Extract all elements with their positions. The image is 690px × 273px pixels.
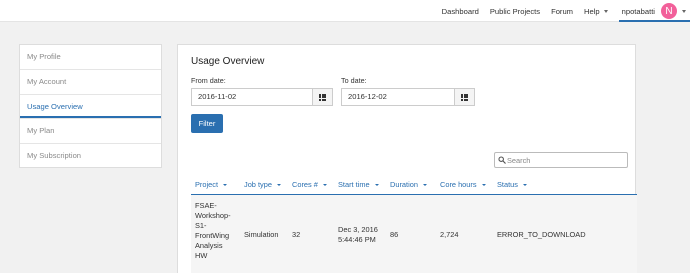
username: npotabatti [621,6,655,16]
column-header-job-type[interactable]: Job type [244,180,281,189]
nav-public-projects[interactable]: Public Projects [490,7,540,16]
cell-duration: 86 [390,230,399,239]
sort-caret-icon [522,183,527,186]
project-line: S1- [195,221,207,230]
cell-start-time: Dec 3, 2016 5:44:46 PM [338,225,378,245]
column-header-duration[interactable]: Duration [390,180,427,189]
sort-caret-icon [276,183,281,186]
table-row[interactable]: FSAE- Workshop- S1- FrontWing Analysis H… [191,195,637,273]
sort-caret-icon [223,183,228,186]
nav-menu: Dashboard Public Projects Forum Help npo… [442,0,690,22]
cell-project: FSAE- Workshop- S1- FrontWing Analysis H… [195,201,231,261]
column-header-status[interactable]: Status [497,180,527,189]
search-icon [498,156,506,164]
column-label: Cores # [292,180,318,189]
column-header-core-hours[interactable]: Core hours [440,180,486,189]
project-line: Analysis [195,241,223,250]
sidebar-item-my-subscription[interactable]: My Subscription [20,142,161,167]
column-header-cores[interactable]: Cores # [292,180,327,189]
sidebar-item-my-plan[interactable]: My Plan [20,118,161,142]
column-label: Core hours [440,180,477,189]
calendar-grid-icon [461,93,468,101]
cell-status: ERROR_TO_DOWNLOAD [497,230,586,239]
calendar-button[interactable] [454,89,474,105]
column-label: Project [195,180,219,189]
sidebar-item-my-account[interactable]: My Account [20,69,161,93]
sort-caret-icon [374,183,379,186]
chevron-down-icon [682,9,686,13]
column-header-project[interactable]: Project [195,180,228,189]
sidebar-item-my-profile[interactable]: My Profile [20,45,161,69]
column-label: Start time [338,180,370,189]
active-indicator [618,20,690,22]
from-date-input[interactable]: 2016-11-02 [192,89,312,105]
project-line: FSAE- [195,201,217,210]
sort-caret-icon [422,183,427,186]
nav-help-label: Help [584,6,600,16]
calendar-button[interactable] [312,89,332,105]
nav-forum[interactable]: Forum [551,7,573,16]
column-label: Duration [390,180,418,189]
column-header-start-time[interactable]: Start time [338,180,379,189]
to-date-label: To date: [341,76,367,85]
sort-caret-icon [322,183,327,186]
start-clock: 5:44:46 PM [338,235,376,244]
project-line: FrontWing [195,231,230,240]
usage-overview-panel: Usage Overview From date: 2016-11-02 To … [177,44,637,273]
to-date-field[interactable]: 2016-12-02 [341,88,475,106]
project-line: HW [195,251,208,260]
filter-button[interactable]: Filter [191,114,223,133]
from-date-label: From date: [191,76,226,85]
cell-job-type: Simulation [244,230,279,239]
search-input[interactable]: Search [494,152,628,168]
cell-core-hours: 2,724 [440,230,459,239]
column-label: Status [497,180,518,189]
to-date-input[interactable]: 2016-12-02 [342,89,454,105]
start-date: Dec 3, 2016 [338,225,378,234]
user-menu[interactable]: npotabatti N [618,0,690,22]
sort-caret-icon [481,183,486,186]
nav-help-dropdown[interactable]: Help [584,7,608,16]
sidebar-item-usage-overview[interactable]: Usage Overview [20,93,161,119]
project-line: Workshop- [195,211,231,220]
from-date-field[interactable]: 2016-11-02 [191,88,333,106]
avatar: N [661,3,677,19]
account-sidebar: My Profile My Account Usage Overview My … [19,44,162,168]
nav-dashboard[interactable]: Dashboard [442,7,479,16]
cell-cores: 32 [292,230,301,239]
calendar-grid-icon [319,93,326,101]
search-placeholder: Search [507,155,531,165]
chevron-down-icon [603,9,608,13]
top-navbar: Dashboard Public Projects Forum Help npo… [0,0,690,22]
page-title: Usage Overview [191,56,265,67]
table-header: Project Job type Cores # Start time Dura… [191,178,637,195]
column-label: Job type [244,180,272,189]
